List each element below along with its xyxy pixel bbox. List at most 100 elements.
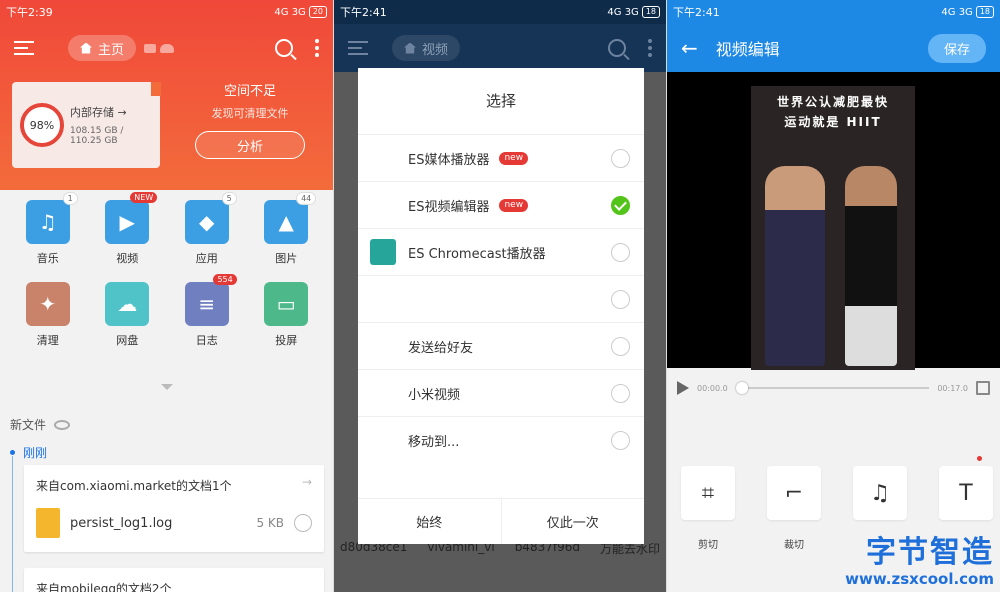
option-radio[interactable] (611, 242, 630, 262)
tab-video-label: 视频 (422, 42, 449, 58)
card-title: 来自mobileqq的文档2个 (36, 582, 172, 592)
app-option[interactable]: 移动到... (358, 416, 644, 463)
selected-check-icon[interactable] (611, 195, 630, 215)
panel-video-editor: 下午2:41 4G 3G 18 ← 视频编辑 保存 世界公认减肥最快 运动就是 … (667, 0, 1000, 592)
editor-tool[interactable]: ⌐ 裁切 (767, 466, 821, 551)
option-label: ES Chromecast播放器 (408, 246, 546, 262)
play-icon[interactable] (677, 381, 689, 395)
category-label: 清理 (36, 334, 59, 347)
space-warning: 空间不足 发现可清理文件 (195, 80, 305, 121)
category-item[interactable]: ▶ NEW 视频 (88, 192, 168, 266)
seek-handle[interactable] (735, 382, 748, 394)
tab-home-label: 主页 (98, 42, 125, 58)
file-row[interactable]: persist_log1.log 5 KB (24, 502, 324, 552)
category-item[interactable]: ✦ 清理 (8, 282, 88, 348)
new-badge: new (499, 151, 529, 165)
battery-icon: 18 (975, 6, 994, 18)
video-caption: 世界公认减肥最快 运动就是 HIIT (751, 92, 915, 132)
tab-video[interactable]: 视频 (392, 35, 461, 61)
app-option[interactable]: 小米视频 (358, 369, 644, 416)
internal-storage-card[interactable]: 98% 内部存储 → 108.15 GB / 110.25 GB (12, 82, 161, 168)
category-grid: ♫ 1 音乐 ▶ NEW 视频 ◆ 5 应用 ▲ 44 图片 ✦ 清理 ☁ 网盘 ≡ 554 日志 ▭ 投屏 (8, 192, 327, 348)
network-indicator: 4G 3G (941, 6, 973, 18)
tool-label: 裁切 (784, 540, 804, 551)
back-arrow-icon[interactable]: ← (681, 36, 698, 60)
caption-line: 运动就是 HIIT (784, 115, 882, 129)
status-time: 下午2:39 (6, 6, 53, 19)
dialog-buttons: 始终 仅此一次 (358, 498, 644, 544)
category-icon: ▭ (264, 282, 309, 326)
expand-arrow-icon[interactable] (161, 384, 173, 390)
option-radio[interactable] (611, 336, 630, 356)
count-badge: 5 (221, 192, 237, 205)
app-option[interactable]: 发送给好友 (358, 322, 644, 369)
new-files-label: 新文件 (10, 418, 47, 432)
home-icon (80, 42, 92, 54)
document-icon (36, 508, 60, 538)
network-indicator: 4G 3G (607, 6, 639, 18)
glyph: ✦ (39, 292, 57, 316)
window-icon[interactable] (144, 43, 157, 53)
category-item[interactable]: ≡ 554 日志 (167, 274, 247, 348)
cloud-icon[interactable] (160, 43, 175, 53)
option-radio[interactable] (611, 289, 630, 309)
more-options-icon[interactable] (648, 39, 652, 57)
count-badge: 1 (62, 192, 78, 205)
glyph: ♫ (38, 210, 57, 234)
category-label: 图片 (275, 252, 298, 265)
category-item[interactable]: ♫ 1 音乐 (8, 192, 88, 266)
option-label: 小米视频 (408, 387, 461, 403)
warning-subtitle: 发现可清理文件 (211, 107, 289, 120)
recent-file-card[interactable]: 来自mobileqq的文档2个 (24, 568, 324, 592)
menu-icon[interactable] (14, 41, 34, 55)
editor-tool[interactable]: ⌗ 剪切 (681, 466, 735, 551)
file-select-radio[interactable] (294, 514, 312, 532)
more-options-icon[interactable] (315, 39, 319, 57)
option-radio[interactable] (611, 430, 630, 450)
eye-icon[interactable] (54, 419, 71, 430)
count-badge: 44 (296, 192, 317, 205)
video-person (765, 166, 825, 366)
warning-title: 空间不足 (223, 84, 276, 99)
seek-track[interactable] (735, 382, 930, 394)
menu-icon[interactable] (348, 41, 368, 55)
app-icon (370, 192, 396, 218)
category-item[interactable]: ◆ 5 应用 (167, 192, 247, 266)
search-icon[interactable] (275, 39, 293, 57)
category-label: 音乐 (36, 252, 59, 265)
fullscreen-icon[interactable] (976, 381, 990, 395)
category-label: 日志 (195, 334, 218, 347)
category-icon: ☁ (105, 282, 150, 326)
arrow-right-icon[interactable]: → (302, 475, 312, 489)
video-preview[interactable]: 世界公认减肥最快 运动就是 HIIT (667, 72, 1000, 370)
tab-home[interactable]: 主页 (68, 35, 137, 61)
search-icon[interactable] (608, 39, 626, 57)
app-option[interactable]: ES视频编辑器 new (358, 181, 644, 228)
app-option[interactable] (358, 275, 644, 322)
always-button[interactable]: 始终 (358, 499, 502, 544)
just-once-button[interactable]: 仅此一次 (502, 499, 645, 544)
category-item[interactable]: ▲ 44 图片 (247, 192, 327, 266)
count-badge: 554 (213, 274, 237, 285)
option-radio[interactable] (611, 148, 630, 168)
video-toolbar: 视频 (334, 24, 666, 72)
glyph: ▶ (119, 210, 135, 234)
timeline-dot (10, 450, 15, 455)
new-files-header: 新文件 (10, 416, 71, 433)
category-item[interactable]: ▭ 投屏 (247, 282, 327, 348)
save-button[interactable]: 保存 (927, 33, 986, 63)
home-header: 下午2:39 4G 3G 20 主页 98% 内部存储 → 108.15 GB … (0, 0, 333, 190)
new-badge: new (499, 198, 529, 212)
app-option[interactable]: ES媒体播放器 new (358, 134, 644, 181)
analyze-button[interactable]: 分析 (195, 131, 305, 159)
category-icon: ♫ 1 (25, 192, 78, 244)
category-item[interactable]: ☁ 网盘 (88, 282, 168, 348)
watermark: 字节智造 www.zsxcool.com (845, 536, 994, 589)
recent-file-card[interactable]: 来自com.xiaomi.market的文档1个 → persist_log1.… (24, 465, 324, 552)
storage-title: 内部存储 → (70, 106, 127, 119)
battery-icon: 18 (641, 6, 660, 18)
option-radio[interactable] (611, 383, 630, 403)
option-label: ES视频编辑器 (408, 199, 490, 215)
category-icon: ✦ (25, 282, 70, 326)
app-option[interactable]: ES Chromecast播放器 (358, 228, 644, 275)
